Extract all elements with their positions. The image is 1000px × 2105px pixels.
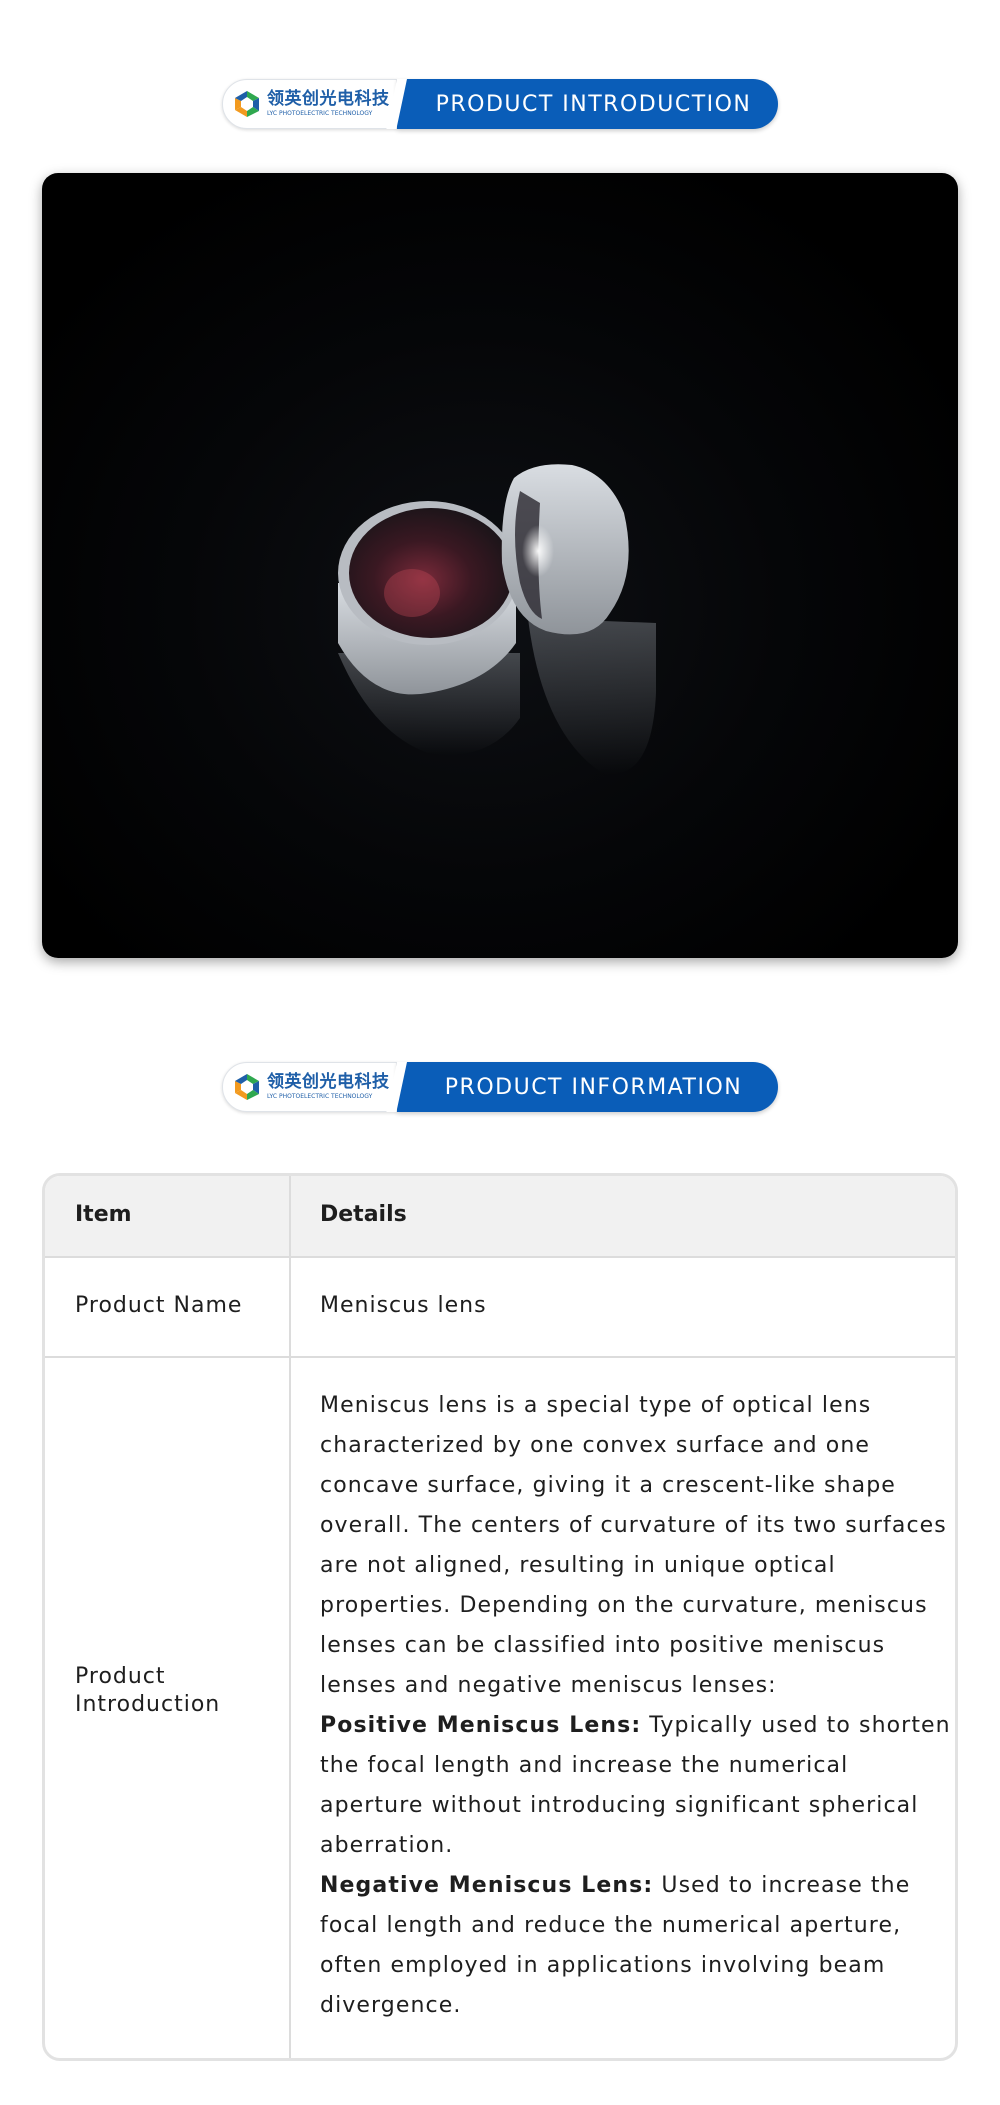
section-title-banner: PRODUCT INFORMATION	[397, 1062, 778, 1112]
logo-mark-icon	[235, 1074, 259, 1100]
product-photo	[42, 173, 958, 958]
logo-name-en: LYC PHOTOELECTRIC TECHNOLOGY	[267, 1093, 373, 1100]
row-item-label: Product Name	[75, 1293, 243, 1318]
company-logo: 领英创光电科技 LYC PHOTOELECTRIC TECHNOLOGY	[222, 79, 397, 129]
table-header-row: Item Details	[45, 1176, 955, 1258]
company-logo: 领英创光电科技 LYC PHOTOELECTRIC TECHNOLOGY	[222, 1062, 397, 1112]
header-item: Item	[75, 1202, 132, 1227]
logo-name-cn: 领英创光电科技	[267, 1072, 390, 1092]
header-details: Details	[320, 1202, 407, 1227]
section-title-banner: PRODUCT INTRODUCTION	[397, 79, 778, 129]
logo-name-cn: 领英创光电科技	[267, 89, 390, 109]
table-row: Product Introduction Meniscus lens is a …	[45, 1358, 955, 2058]
negative-lens-paragraph: Negative Meniscus Lens: Used to increase…	[320, 1866, 952, 2026]
section-title: PRODUCT INFORMATION	[444, 1074, 743, 1100]
section-title: PRODUCT INTRODUCTION	[435, 91, 752, 117]
logo-mark-icon	[235, 91, 259, 117]
positive-lens-label: Positive Meniscus Lens:	[320, 1713, 642, 1738]
product-info-table: Item Details Product Name Meniscus lens …	[42, 1173, 958, 2061]
product-introduction-text: Meniscus lens is a special type of optic…	[320, 1386, 952, 2026]
column-divider	[289, 1176, 291, 2058]
negative-lens-label: Negative Meniscus Lens:	[320, 1873, 654, 1898]
logo-name-en: LYC PHOTOELECTRIC TECHNOLOGY	[267, 110, 373, 117]
intro-paragraph: Meniscus lens is a special type of optic…	[320, 1393, 947, 1698]
row-item-label: Product Introduction	[75, 1664, 221, 1717]
section-header-information: 领英创光电科技 LYC PHOTOELECTRIC TECHNOLOGY PRO…	[222, 1062, 778, 1112]
table-row: Product Name Meniscus lens	[45, 1258, 955, 1358]
positive-lens-paragraph: Positive Meniscus Lens: Typically used t…	[320, 1706, 952, 1866]
product-name-value: Meniscus lens	[320, 1293, 487, 1318]
meniscus-lens-photo-icon	[338, 464, 656, 774]
section-header-introduction: 领英创光电科技 LYC PHOTOELECTRIC TECHNOLOGY PRO…	[222, 79, 778, 129]
